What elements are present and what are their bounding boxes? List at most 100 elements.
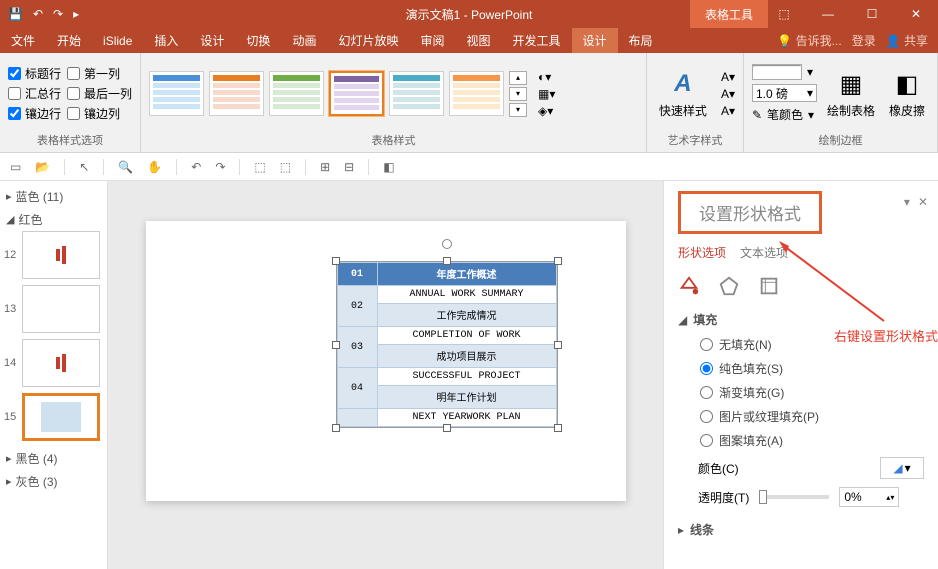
pane-options-icon[interactable]: ▾ xyxy=(904,195,910,209)
tab-animations[interactable]: 动画 xyxy=(281,28,327,53)
chk-last-col[interactable]: 最后一列 xyxy=(67,85,132,102)
tb-align-icon[interactable]: ⊞ xyxy=(320,160,330,174)
tb-group-icon[interactable]: ⬚ xyxy=(254,160,265,174)
cell-n3[interactable]: 03 xyxy=(337,327,377,368)
resize-handle-n[interactable] xyxy=(443,257,451,265)
tab-design[interactable]: 设计 xyxy=(189,28,235,53)
color-picker-button[interactable]: ◢▾ xyxy=(880,457,924,479)
slide-canvas[interactable]: 01年度工作概述 02ANNUAL WORK SUMMARY 工作完成情况 03… xyxy=(146,221,626,501)
tb-ungroup-icon[interactable]: ⬚ xyxy=(280,160,291,174)
table-object[interactable]: 01年度工作概述 02ANNUAL WORK SUMMARY 工作完成情况 03… xyxy=(336,261,558,428)
resize-handle-ne[interactable] xyxy=(554,257,562,265)
cell-r2[interactable]: 工作完成情况 xyxy=(377,304,556,327)
tab-islide[interactable]: iSlide xyxy=(92,28,143,53)
category-gray[interactable]: ▸ 灰色 (3) xyxy=(4,470,103,493)
category-black[interactable]: ▸ 黑色 (4) xyxy=(4,447,103,470)
text-fill-dropdown[interactable]: A▾ xyxy=(721,70,735,84)
fill-line-icon[interactable] xyxy=(678,275,700,297)
styles-next-icon[interactable]: ▾ xyxy=(509,87,527,101)
cell-h1[interactable]: 01 xyxy=(337,263,377,286)
table-style-3[interactable] xyxy=(269,71,324,116)
tb-hand-icon[interactable]: ✋ xyxy=(147,160,162,174)
table-content[interactable]: 01年度工作概述 02ANNUAL WORK SUMMARY 工作完成情况 03… xyxy=(337,262,557,427)
maximize-icon[interactable]: ☐ xyxy=(850,0,894,28)
resize-handle-s[interactable] xyxy=(443,424,451,432)
qat-redo-icon[interactable]: ↷ xyxy=(53,7,63,21)
chk-banded-cols[interactable]: 镶边列 xyxy=(67,105,132,122)
cell-r1[interactable]: ANNUAL WORK SUMMARY xyxy=(377,286,556,304)
chk-header-row[interactable]: 标题行 xyxy=(8,65,61,82)
opt-solid-fill[interactable]: 纯色填充(S) xyxy=(700,360,924,377)
table-style-6[interactable] xyxy=(449,71,504,116)
shading-dropdown[interactable]: ◐▾ xyxy=(538,70,555,84)
tab-transitions[interactable]: 切换 xyxy=(235,28,281,53)
rotate-handle[interactable] xyxy=(442,239,452,249)
tb-pointer-icon[interactable]: ↖ xyxy=(79,160,89,174)
opt-picture-fill[interactable]: 图片或纹理填充(P) xyxy=(700,408,924,425)
pen-weight-select[interactable]: 1.0 磅▾ xyxy=(752,84,817,102)
tab-developer[interactable]: 开发工具 xyxy=(502,28,572,53)
slide-thumb-14[interactable] xyxy=(22,339,100,387)
share[interactable]: 👤 共享 xyxy=(886,32,928,49)
tb-open-icon[interactable]: 📂 xyxy=(35,160,50,174)
text-effects-dropdown[interactable]: A▾ xyxy=(721,104,735,118)
resize-handle-nw[interactable] xyxy=(332,257,340,265)
text-outline-dropdown[interactable]: A▾ xyxy=(721,87,735,101)
table-style-2[interactable] xyxy=(209,71,264,116)
tb-new-icon[interactable]: ▭ xyxy=(10,160,21,174)
tab-view[interactable]: 视图 xyxy=(455,28,501,53)
cell-n2[interactable]: 02 xyxy=(337,286,377,327)
opt-gradient-fill[interactable]: 渐变填充(G) xyxy=(700,384,924,401)
tb-arrange-icon[interactable]: ◧ xyxy=(383,160,394,174)
slide-thumb-15[interactable] xyxy=(22,393,100,441)
slide-thumb-12[interactable] xyxy=(22,231,100,279)
size-props-icon[interactable] xyxy=(758,275,780,297)
cell-r3[interactable]: COMPLETION OF WORK xyxy=(377,327,556,345)
pane-close-icon[interactable]: ✕ xyxy=(918,195,928,209)
borders-dropdown[interactable]: ▦▾ xyxy=(538,87,555,101)
tab-insert[interactable]: 插入 xyxy=(143,28,189,53)
table-style-4[interactable] xyxy=(329,71,384,116)
cell-h2[interactable]: 年度工作概述 xyxy=(377,263,556,286)
tab-home[interactable]: 开始 xyxy=(46,28,92,53)
cell-r6[interactable]: 明年工作计划 xyxy=(377,386,556,409)
cell-r5[interactable]: SUCCESSFUL PROJECT xyxy=(377,368,556,386)
transparency-slider[interactable] xyxy=(759,495,829,499)
cell-n4[interactable]: 04 xyxy=(337,368,377,409)
cell-r7[interactable]: NEXT YEARWORK PLAN xyxy=(377,409,556,427)
chk-total-row[interactable]: 汇总行 xyxy=(8,85,61,102)
eraser-button[interactable]: ◧橡皮擦 xyxy=(885,66,929,121)
category-red[interactable]: ◢ 红色 xyxy=(4,208,103,231)
resize-handle-se[interactable] xyxy=(554,424,562,432)
tb-undo-icon[interactable]: ↶ xyxy=(191,160,201,174)
login[interactable]: 登录 xyxy=(852,32,876,49)
qat-start-icon[interactable]: ▸ xyxy=(73,7,79,21)
tab-slideshow[interactable]: 幻灯片放映 xyxy=(327,28,409,53)
pane-tab-text[interactable]: 文本选项 xyxy=(740,244,788,261)
table-style-5[interactable] xyxy=(389,71,444,116)
tb-distribute-icon[interactable]: ⊟ xyxy=(344,160,354,174)
chk-banded-rows[interactable]: 镶边行 xyxy=(8,105,61,122)
tab-table-layout[interactable]: 布局 xyxy=(618,28,664,53)
slide-thumb-13[interactable] xyxy=(22,285,100,333)
close-icon[interactable]: ✕ xyxy=(894,0,938,28)
chk-first-col[interactable]: 第一列 xyxy=(67,65,132,82)
transparency-spinner[interactable]: 0%▴▾ xyxy=(839,487,899,507)
qat-undo-icon[interactable]: ↶ xyxy=(33,7,43,21)
cell-r4[interactable]: 成功项目展示 xyxy=(377,345,556,368)
styles-prev-icon[interactable]: ▴ xyxy=(509,71,527,85)
pen-color-dropdown[interactable]: ✎笔颜色▾ xyxy=(752,106,817,123)
ribbon-opts-icon[interactable]: ⬚ xyxy=(762,0,806,28)
section-line[interactable]: ▸ 线条 xyxy=(678,521,924,538)
tab-file[interactable]: 文件 xyxy=(0,28,46,53)
table-style-1[interactable] xyxy=(149,71,204,116)
styles-more-icon[interactable]: ▾ xyxy=(509,103,527,117)
tb-zoom-icon[interactable]: 🔍 xyxy=(118,160,133,174)
opt-pattern-fill[interactable]: 图案填充(A) xyxy=(700,432,924,449)
qat-save-icon[interactable]: 💾 xyxy=(8,7,23,21)
minimize-icon[interactable]: — xyxy=(806,0,850,28)
draw-table-button[interactable]: ▦绘制表格 xyxy=(823,66,879,121)
tb-redo-icon[interactable]: ↷ xyxy=(215,160,225,174)
tell-me[interactable]: 💡 告诉我... xyxy=(777,32,841,49)
category-blue[interactable]: ▸ 蓝色 (11) xyxy=(4,185,103,208)
